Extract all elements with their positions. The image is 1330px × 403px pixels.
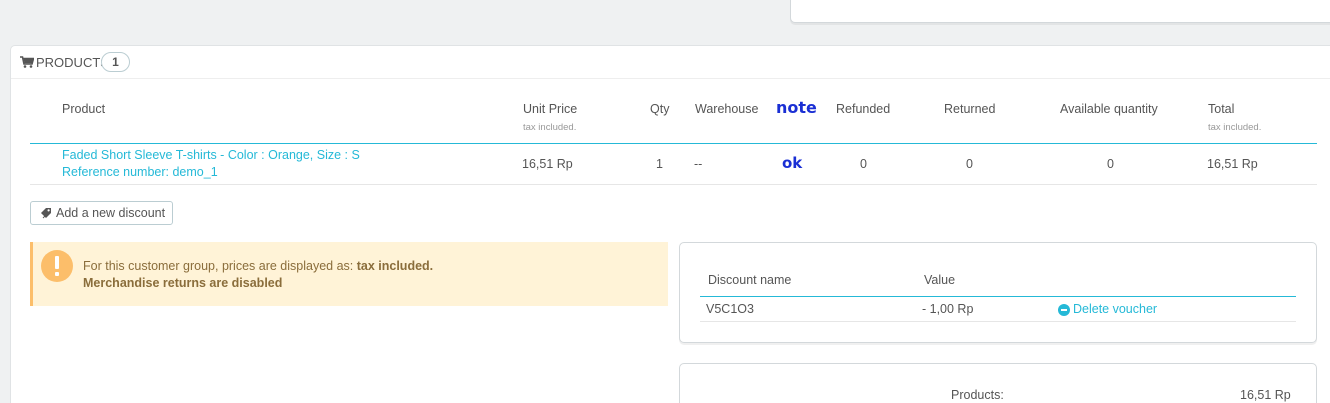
table-header-divider	[30, 143, 1317, 144]
add-discount-button[interactable]: Add a new discount	[30, 201, 173, 225]
alert-line-1: For this customer group, prices are disp…	[83, 259, 433, 273]
table-row-divider	[30, 184, 1317, 185]
discounts-panel	[679, 242, 1317, 343]
discount-row-divider	[700, 321, 1296, 322]
header-refunded: Refunded	[836, 102, 891, 116]
discount-value: - 1,00 Rp	[922, 302, 974, 316]
header-product: Product	[62, 102, 106, 116]
products-panel: PRODUCTS 1	[10, 45, 1330, 403]
panel-heading: PRODUCTS 1	[11, 46, 1330, 79]
header-warehouse: Warehouse	[695, 102, 759, 116]
discount-header-divider	[700, 296, 1296, 297]
row-qty: 1	[656, 157, 663, 171]
row-unit-price: 16,51 Rp	[522, 157, 573, 171]
row-note-handwritten: ok	[782, 154, 803, 172]
delete-voucher-link[interactable]: Delete voucher	[1073, 302, 1157, 316]
header-unit-price-note: tax included.	[523, 122, 577, 133]
row-returned: 0	[966, 157, 973, 171]
product-reference[interactable]: Reference number: demo_1	[62, 165, 218, 179]
shopping-cart-icon	[20, 56, 34, 68]
header-note-handwritten: note	[776, 98, 817, 117]
row-available-quantity: 0	[1107, 157, 1114, 171]
row-total: 16,51 Rp	[1207, 157, 1258, 171]
alert-line-2: Merchandise returns are disabled	[83, 276, 283, 290]
row-warehouse: --	[694, 157, 703, 171]
add-discount-label: Add a new discount	[56, 206, 166, 220]
minus-circle-icon[interactable]	[1058, 304, 1070, 316]
warning-exclamation-icon	[41, 250, 73, 282]
discount-header-value: Value	[924, 273, 956, 287]
header-returned: Returned	[944, 102, 996, 116]
alert-line-1-strong: tax included.	[356, 259, 434, 273]
tax-info-alert: For this customer group, prices are disp…	[30, 242, 668, 306]
row-refunded: 0	[860, 157, 867, 171]
product-name-link[interactable]: Faded Short Sleeve T-shirts - Color : Or…	[62, 148, 360, 162]
tag-icon	[41, 208, 51, 219]
alert-line-1-text: For this customer group, prices are disp…	[83, 259, 357, 273]
discount-header-name: Discount name	[708, 273, 792, 287]
totals-products-label: Products:	[951, 388, 1004, 402]
previous-panel-edge	[790, 0, 1330, 23]
header-available-quantity: Available quantity	[1060, 102, 1158, 116]
discount-name: V5C1O3	[706, 302, 754, 316]
products-count-badge: 1	[101, 52, 130, 72]
header-total: Total	[1208, 102, 1235, 116]
totals-products-value: 16,51 Rp	[1240, 388, 1291, 402]
header-unit-price: Unit Price	[523, 102, 578, 116]
header-total-note: tax included.	[1208, 122, 1262, 133]
header-qty: Qty	[650, 102, 670, 116]
panel-title: PRODUCTS	[36, 55, 109, 70]
